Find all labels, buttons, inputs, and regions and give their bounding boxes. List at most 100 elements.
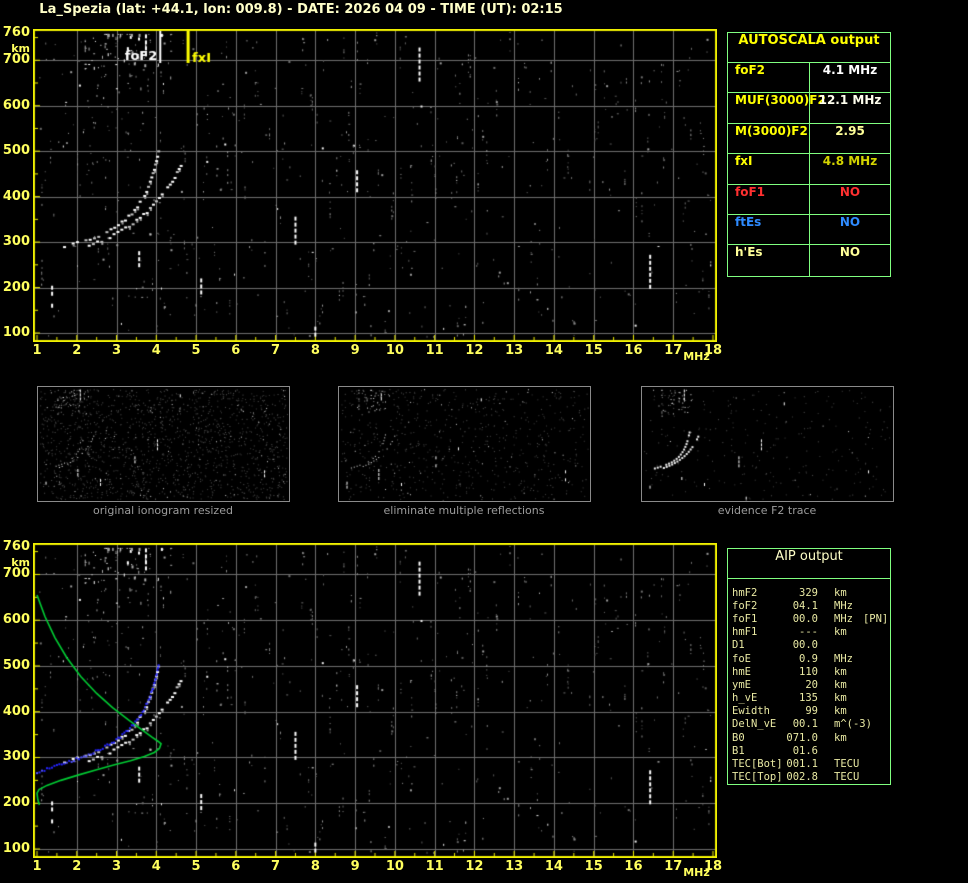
x-tick-label: 10 xyxy=(385,859,404,874)
parameter-label: foF2 xyxy=(728,63,810,93)
parameter-label: h_vE xyxy=(732,692,758,705)
parameter-value: --- xyxy=(799,626,818,639)
x-tick-label: 1 xyxy=(32,343,42,358)
autoscala-row-m3000f2: M(3000)F2 2.95 xyxy=(728,123,890,155)
parameter-unit: km xyxy=(834,678,847,691)
aip-row-d1: D1 00.0 xyxy=(728,639,890,652)
parameter-value: 4.1 MHz xyxy=(822,63,878,77)
aip-row-tectop: TEC[Top] 002.8 TECU xyxy=(728,771,890,784)
aip-row-yme: ymE 20 km xyxy=(728,678,890,691)
parameter-value: NO xyxy=(839,214,861,229)
parameter-label: fxI xyxy=(728,154,810,184)
parameter-value: NO xyxy=(839,245,861,260)
aip-row-hmf1: hmF1 --- km xyxy=(728,626,890,639)
aip-row-b1: B1 01.6 xyxy=(728,744,890,757)
x-tick-label: 6 xyxy=(231,343,241,358)
parameter-label: ymE xyxy=(732,678,751,691)
x-tick-label: 5 xyxy=(191,859,201,874)
parameter-label: TEC[Top] xyxy=(732,771,783,784)
aip-row-hmf2: hmF2 329 km xyxy=(728,586,890,599)
x-tick-label: 8 xyxy=(310,859,320,874)
parameter-unit: TECU xyxy=(834,758,860,771)
parameter-value: 01.6 xyxy=(792,744,818,757)
x-tick-label: 2 xyxy=(72,343,82,358)
parameter-unit: km xyxy=(834,626,847,639)
y-tick-label: 300 xyxy=(2,749,30,765)
x-tick-label: 1 xyxy=(32,859,42,874)
parameter-unit: TECU xyxy=(834,771,860,784)
aip-row-hve: h_vE 135 km xyxy=(728,692,890,705)
y-tick-label: 760 xyxy=(2,539,30,554)
parameter-value: 00.1 xyxy=(792,718,818,731)
parameter-value: 110 xyxy=(799,665,818,678)
parameter-value: 002.8 xyxy=(786,771,818,784)
autoscala-row-ftes: ftEs NO xyxy=(728,214,890,246)
y-tick-label: 400 xyxy=(2,703,30,719)
y-tick-label: 760 xyxy=(2,25,30,40)
parameter-value: 00.0 xyxy=(792,639,818,652)
x-axis-unit-label: MHz xyxy=(683,350,710,363)
y-tick-label: 300 xyxy=(2,234,30,250)
parameter-value: 00.0 xyxy=(792,612,818,625)
aip-row-ewidth: Ewidth 99 km xyxy=(728,705,890,718)
x-tick-label: 17 xyxy=(664,343,683,358)
y-tick-label: 500 xyxy=(2,143,30,159)
parameter-label: M(3000)F2 xyxy=(728,123,810,154)
main-ionogram-panel xyxy=(33,29,717,342)
parameter-unit: MHz xyxy=(834,599,853,612)
aip-row-hme: hmE 110 km xyxy=(728,665,890,678)
thumbnail-caption-eliminate: eliminate multiple reflections xyxy=(383,504,545,517)
y-tick-label: 700 xyxy=(2,566,30,582)
parameter-unit: km xyxy=(834,692,847,705)
y-tick-label: 600 xyxy=(2,612,30,628)
thumbnail-caption-original: original ionogram resized xyxy=(93,504,233,517)
main-ionogram-canvas xyxy=(33,29,717,342)
x-tick-label: 15 xyxy=(584,859,603,874)
y-tick-label: 200 xyxy=(2,279,30,295)
x-tick-label: 15 xyxy=(584,343,603,358)
x-tick-label: 13 xyxy=(505,859,524,874)
parameter-value: 20 xyxy=(805,678,818,691)
parameter-label: DelN_vE xyxy=(732,718,777,731)
autoscala-table-rows: foF2 4.1 MHz MUF(3000)F2 12.1 MHz M(3000)F2 2… xyxy=(728,63,890,276)
x-tick-label: 4 xyxy=(151,859,161,874)
y-tick-label: 400 xyxy=(2,188,30,204)
parameter-label: MUF(3000)F2 xyxy=(728,93,826,123)
model-ionogram-canvas xyxy=(33,543,717,858)
parameter-unit: km xyxy=(834,705,847,718)
y-axis-unit-label: km xyxy=(11,556,30,569)
y-tick-label: 500 xyxy=(2,657,30,673)
autoscala-row-fof1: foF1 NO xyxy=(728,184,890,215)
aip-table-rows: hmF2 329 km foF2 04.1 MHz foF1 00.0 MHz [PN] hmF1 -… xyxy=(728,579,890,784)
y-tick-label: 600 xyxy=(2,97,30,113)
parameter-label: hmF1 xyxy=(732,626,758,639)
y-tick-label: 700 xyxy=(2,52,30,68)
aip-row-delnve: DelN_vE 00.1 m^(-3) xyxy=(728,718,890,731)
autoscala-row-hes: h'Es NO xyxy=(728,245,890,276)
x-tick-label: 8 xyxy=(310,343,320,358)
x-tick-label: 9 xyxy=(350,343,360,358)
y-tick-label: 100 xyxy=(2,325,30,340)
parameter-label: foF1 xyxy=(732,612,758,625)
thumbnail-evidence-canvas xyxy=(642,387,893,501)
parameter-value: 04.1 xyxy=(792,599,818,612)
x-tick-label: 10 xyxy=(385,343,404,358)
thumbnail-evidence-f2 xyxy=(641,386,894,502)
aip-row-b0: B0 071.0 km xyxy=(728,731,890,744)
aip-output-table: AIP output hmF2 329 km foF2 04.1 MHz foF1 00.0 M… xyxy=(727,548,891,785)
parameter-label: h'Es xyxy=(728,245,810,276)
autoscala-app-window: { "title": "La_Spezia (lat: +44.1, lon: … xyxy=(0,0,968,883)
model-ionogram-panel xyxy=(33,543,717,858)
thumbnail-original-ionogram xyxy=(37,386,290,502)
parameter-note: [PN] xyxy=(862,612,889,625)
parameter-label: B1 xyxy=(732,744,745,757)
parameter-unit: km xyxy=(834,731,847,744)
x-tick-label: 4 xyxy=(151,343,161,358)
parameter-label: ftEs xyxy=(728,214,810,245)
x-tick-label: 9 xyxy=(350,859,360,874)
parameter-label: TEC[Bot] xyxy=(732,758,783,771)
x-tick-label: 12 xyxy=(465,343,484,358)
x-tick-label: 7 xyxy=(271,859,281,874)
parameter-unit: km xyxy=(834,665,847,678)
parameter-unit: MHz xyxy=(834,652,853,665)
